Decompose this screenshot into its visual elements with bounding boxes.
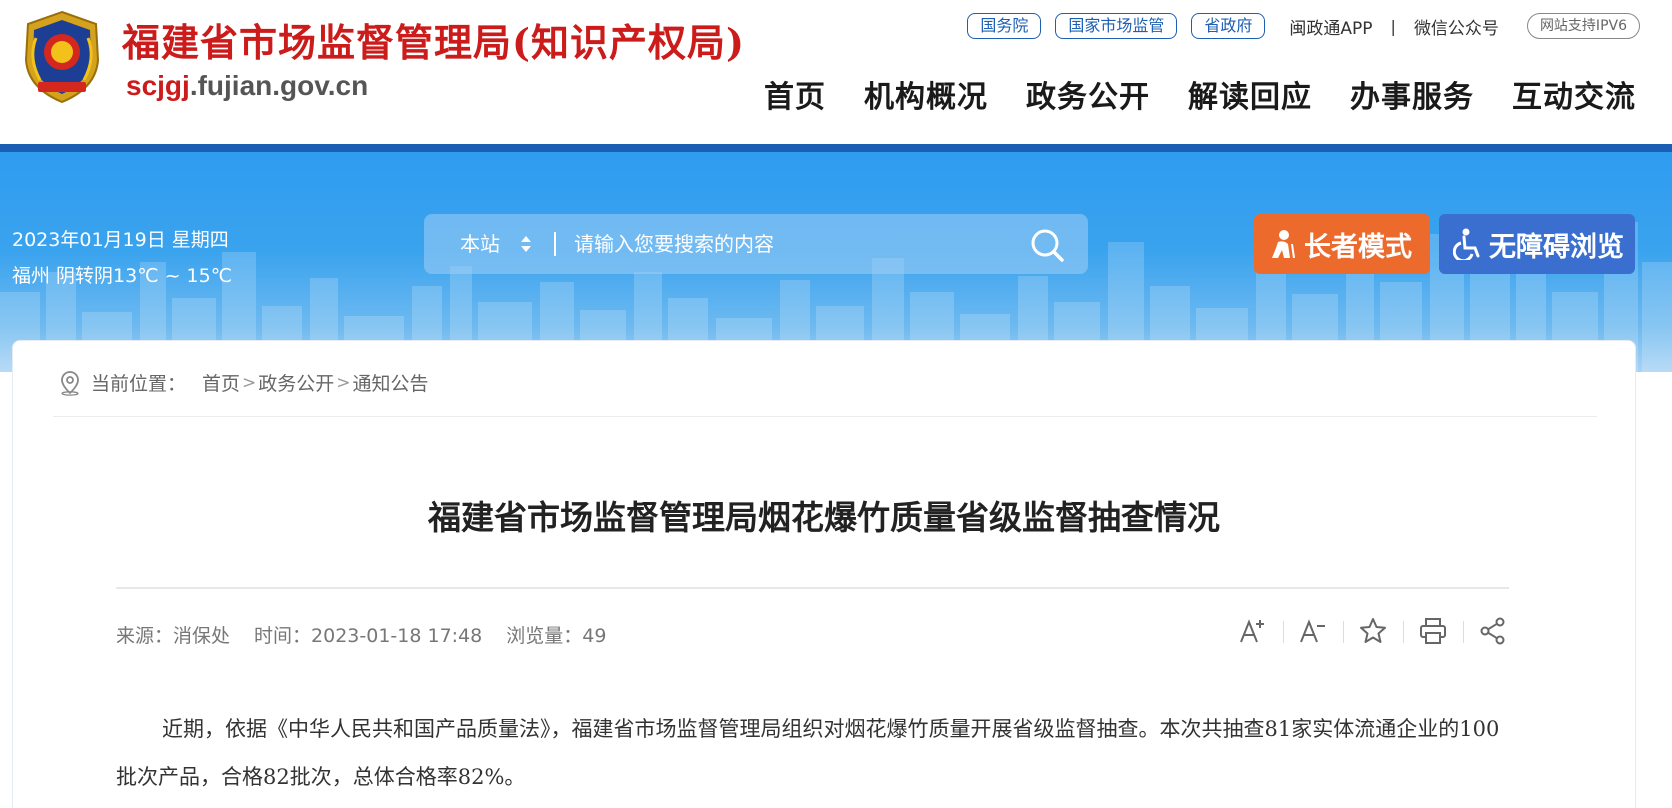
breadcrumb-separator: > bbox=[336, 372, 351, 393]
font-decrease-icon bbox=[1300, 619, 1325, 643]
share-button[interactable] bbox=[1463, 611, 1523, 651]
breadcrumb-home[interactable]: 首页 bbox=[202, 369, 240, 396]
nav-interpretation[interactable]: 解读回应 bbox=[1188, 72, 1312, 116]
article-paragraph: 近期，依据《中华人民共和国产品质量法》，福建省市场监督管理局组织对烟花爆竹质量开… bbox=[116, 717, 1500, 789]
link-samr[interactable]: 国家市场监管 bbox=[1055, 13, 1178, 39]
link-state-council[interactable]: 国务院 bbox=[967, 13, 1042, 39]
top-links: 国务院 国家市场监管 省政府 闽政通APP | 微信公众号 网站支持IPV6 bbox=[953, 12, 1640, 40]
current-date: 2023年01月19日 星期四 bbox=[12, 229, 229, 251]
date-weather: 2023年01月19日 星期四 福州 阴转阴13℃ ~ 15℃ bbox=[12, 222, 232, 294]
breadcrumb: 当前位置： 首页 > 政务公开 > 通知公告 bbox=[59, 369, 429, 396]
main-nav: 首页 机构概况 政务公开 解读回应 办事服务 互动交流 bbox=[726, 72, 1636, 116]
domain-highlight: scjgj bbox=[126, 70, 190, 101]
font-decrease-button[interactable] bbox=[1283, 611, 1343, 651]
article-source: 来源：消保处 bbox=[116, 625, 231, 647]
top-links-separator: | bbox=[1390, 16, 1396, 36]
article-time: 时间：2023-01-18 17:48 bbox=[254, 625, 483, 647]
article-views: 浏览量：49 bbox=[506, 625, 607, 647]
article-meta: 来源：消保处 时间：2023-01-18 17:48 浏览量：49 bbox=[116, 621, 630, 648]
search-icon[interactable] bbox=[1028, 226, 1066, 264]
font-increase-button[interactable] bbox=[1223, 611, 1283, 651]
article-card: 当前位置： 首页 > 政务公开 > 通知公告 福建省市场监督管理局烟花爆竹质量省… bbox=[12, 340, 1636, 808]
header-divider bbox=[0, 144, 1672, 152]
accessibility-button[interactable]: 无障碍浏览 bbox=[1439, 214, 1635, 274]
link-app[interactable]: 闽政通APP bbox=[1289, 14, 1372, 39]
breadcrumb-label: 当前位置： bbox=[91, 373, 187, 395]
breadcrumb-notices[interactable]: 通知公告 bbox=[353, 369, 429, 396]
accessibility-label: 无障碍浏览 bbox=[1489, 231, 1624, 263]
search-divider bbox=[554, 232, 556, 256]
share-icon bbox=[1480, 617, 1505, 645]
elder-mode-label: 长者模式 bbox=[1304, 231, 1412, 263]
favorite-icon bbox=[1360, 618, 1386, 643]
nav-gov-affairs[interactable]: 政务公开 bbox=[1026, 72, 1150, 116]
sort-arrows-icon[interactable] bbox=[520, 234, 532, 254]
breadcrumb-separator: > bbox=[242, 372, 257, 393]
site-name[interactable]: 福建省市场监督管理局(知识产权局) bbox=[122, 12, 745, 67]
nav-interaction[interactable]: 互动交流 bbox=[1512, 72, 1636, 116]
weather-info: 福州 阴转阴13℃ ~ 15℃ bbox=[12, 265, 233, 287]
article-title: 福建省市场监督管理局烟花爆竹质量省级监督抽查情况 bbox=[428, 498, 1220, 537]
location-pin-icon bbox=[61, 370, 79, 396]
article-tools bbox=[1223, 611, 1523, 651]
link-provincial-gov[interactable]: 省政府 bbox=[1191, 13, 1266, 39]
search-scope-select[interactable]: 本站 bbox=[460, 214, 500, 274]
elder-mode-button[interactable]: 长者模式 bbox=[1254, 214, 1430, 274]
favorite-button[interactable] bbox=[1343, 611, 1403, 651]
police-emblem-logo bbox=[24, 10, 100, 104]
site-domain: scjgj.fujian.gov.cn bbox=[126, 70, 368, 102]
search-input[interactable] bbox=[574, 224, 1014, 264]
breadcrumb-divider bbox=[53, 416, 1597, 417]
print-button[interactable] bbox=[1403, 611, 1463, 651]
nav-services[interactable]: 办事服务 bbox=[1350, 72, 1474, 116]
wheelchair-icon bbox=[1453, 228, 1480, 260]
font-increase-icon bbox=[1240, 619, 1264, 643]
ipv6-badge: 网站支持IPV6 bbox=[1526, 13, 1640, 39]
nav-home[interactable]: 首页 bbox=[764, 72, 826, 116]
breadcrumb-gov-affairs[interactable]: 政务公开 bbox=[258, 369, 334, 396]
elder-person-icon bbox=[1272, 230, 1295, 259]
print-icon bbox=[1420, 618, 1446, 644]
title-divider bbox=[116, 587, 1509, 589]
domain-rest: .fujian.gov.cn bbox=[189, 70, 369, 101]
search-box: 本站 bbox=[424, 214, 1088, 274]
site-header: 福建省市场监督管理局(知识产权局) scjgj.fujian.gov.cn 国务… bbox=[0, 0, 1672, 144]
link-wechat[interactable]: 微信公众号 bbox=[1414, 14, 1499, 39]
search-banner: 2023年01月19日 星期四 福州 阴转阴13℃ ~ 15℃ 本站 长者模式 … bbox=[0, 152, 1672, 372]
nav-organization[interactable]: 机构概况 bbox=[864, 72, 988, 116]
